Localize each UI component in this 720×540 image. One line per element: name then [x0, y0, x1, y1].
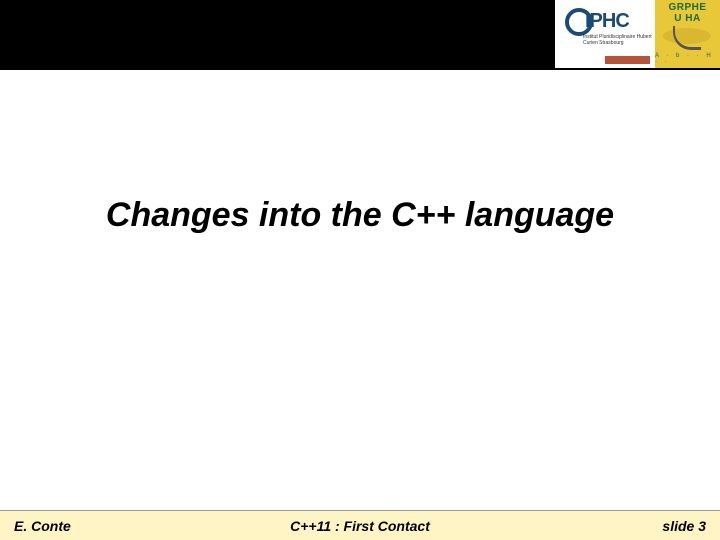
footer-center: C++11 : First Contact — [290, 518, 430, 534]
grphe-logo: GRPHE U HA A · b · · H · · — [655, 0, 720, 68]
slide-body: Changes into the C++ language — [0, 70, 720, 540]
iphc-logo: IPHC Institut Pluridisciplinaire Hubert … — [555, 0, 655, 68]
footer-author: E. Conte — [14, 518, 71, 534]
footer-slide-number: slide 3 — [662, 518, 706, 534]
grphe-line1: GRPHE — [668, 2, 706, 13]
grphe-line2: U HA — [674, 13, 700, 24]
iphc-logo-text: IPHC — [585, 10, 629, 33]
slide-footer: E. Conte C++11 : First Contact slide 3 — [0, 510, 720, 540]
logo-group: IPHC Institut Pluridisciplinaire Hubert … — [555, 0, 720, 67]
grphe-stroke-icon — [673, 26, 701, 50]
slide-title: Changes into the C++ language — [106, 196, 614, 235]
slide-header: IPHC Institut Pluridisciplinaire Hubert … — [0, 0, 720, 70]
grphe-dots: A · b · · H · · — [655, 53, 720, 65]
iphc-bar-icon — [605, 56, 650, 64]
iphc-logo-subtitle: Institut Pluridisciplinaire Hubert Curie… — [583, 35, 655, 46]
slide-container: IPHC Institut Pluridisciplinaire Hubert … — [0, 0, 720, 540]
